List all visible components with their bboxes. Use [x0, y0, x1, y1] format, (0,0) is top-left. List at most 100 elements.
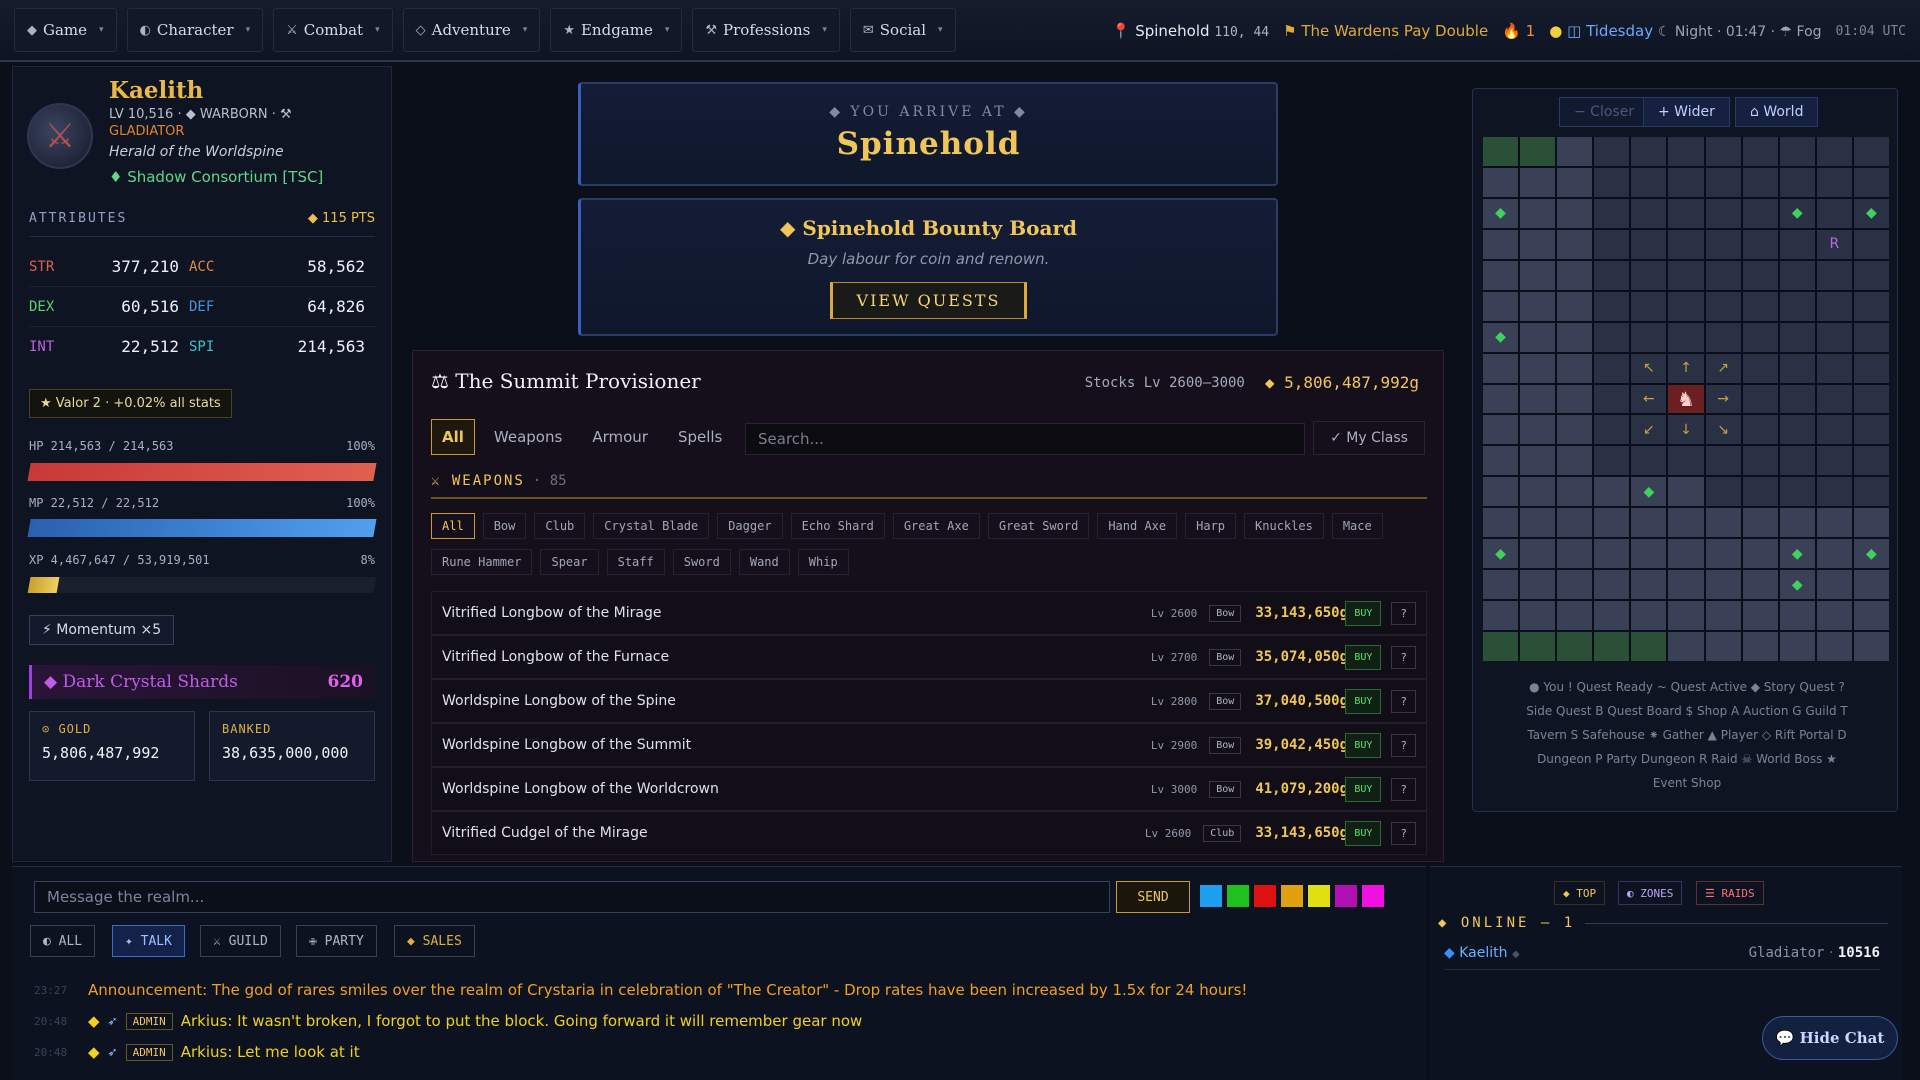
map-tile[interactable]: [1853, 477, 1889, 507]
tab-weapons[interactable]: Weapons: [483, 419, 573, 455]
map-tile[interactable]: [1742, 322, 1778, 352]
map-tile[interactable]: [1742, 570, 1778, 600]
move-arrow-icon[interactable]: ↑: [1668, 353, 1704, 383]
map-tile[interactable]: [1631, 167, 1667, 197]
map-tile[interactable]: [1557, 570, 1593, 600]
map-tile[interactable]: [1520, 229, 1556, 259]
raid-marker[interactable]: R: [1816, 229, 1852, 259]
map-tile[interactable]: [1594, 198, 1630, 228]
story-quest-marker[interactable]: ◆: [1483, 198, 1519, 228]
map-tile[interactable]: [1668, 446, 1704, 476]
map-tile[interactable]: [1483, 415, 1519, 445]
world-map-button[interactable]: ⌂ World: [1735, 97, 1819, 127]
map-tile[interactable]: [1816, 353, 1852, 383]
map-tile[interactable]: [1705, 260, 1741, 290]
map-tile[interactable]: [1594, 508, 1630, 538]
map-tile[interactable]: [1520, 353, 1556, 383]
map-tile[interactable]: [1594, 137, 1630, 166]
dark-crystal-shards[interactable]: ◆ Dark Crystal Shards 620: [29, 665, 375, 699]
chat-tab-talk[interactable]: ✦ TALK: [112, 925, 185, 957]
map-tile[interactable]: [1483, 477, 1519, 507]
map-tile[interactable]: [1557, 353, 1593, 383]
map-tile[interactable]: [1779, 322, 1815, 352]
map-tile[interactable]: [1557, 601, 1593, 631]
map-tile[interactable]: [1705, 198, 1741, 228]
story-quest-marker[interactable]: ◆: [1779, 539, 1815, 569]
map-tile[interactable]: [1779, 353, 1815, 383]
color-swatch[interactable]: [1200, 885, 1222, 907]
map-tile[interactable]: [1816, 508, 1852, 538]
filter-chip[interactable]: Club: [534, 513, 586, 539]
map-tile[interactable]: [1520, 570, 1556, 600]
chat-input[interactable]: Message the realm...: [34, 881, 1110, 913]
map-tile[interactable]: [1520, 477, 1556, 507]
map-tile[interactable]: [1742, 353, 1778, 383]
story-quest-marker[interactable]: ◆: [1483, 539, 1519, 569]
story-quest-marker[interactable]: ◆: [1779, 198, 1815, 228]
momentum-badge[interactable]: ⚡ Momentum ×5: [29, 615, 175, 645]
map-tile[interactable]: [1668, 137, 1704, 166]
map-tile[interactable]: [1668, 167, 1704, 197]
nav-adventure[interactable]: ◇ Adventure ▾: [402, 8, 541, 52]
nav-social[interactable]: ✉ Social ▾: [849, 8, 956, 52]
send-button[interactable]: SEND: [1116, 881, 1190, 913]
map-tile[interactable]: [1742, 415, 1778, 445]
map-tile[interactable]: [1853, 353, 1889, 383]
shop-item-row[interactable]: Vitrified Longbow of the Furnace Lv 2700 B…: [431, 635, 1427, 679]
map-tile[interactable]: [1816, 137, 1852, 166]
map-tile[interactable]: [1705, 601, 1741, 631]
map-tile[interactable]: [1853, 137, 1889, 166]
map-tile[interactable]: [1779, 260, 1815, 290]
map-tile[interactable]: [1557, 291, 1593, 321]
color-swatch[interactable]: [1227, 885, 1249, 907]
map-tile[interactable]: [1631, 229, 1667, 259]
map-tile[interactable]: [1557, 446, 1593, 476]
filter-chip[interactable]: Echo Shard: [790, 513, 885, 539]
buy-button[interactable]: BUY: [1345, 644, 1382, 670]
map-tile[interactable]: [1557, 167, 1593, 197]
map-tile[interactable]: [1483, 508, 1519, 538]
map-tile[interactable]: [1853, 322, 1889, 352]
map-tile[interactable]: [1557, 477, 1593, 507]
tab-spells[interactable]: Spells: [667, 419, 733, 455]
map-tile[interactable]: [1853, 601, 1889, 631]
map-tile[interactable]: [1557, 198, 1593, 228]
map-tile[interactable]: [1520, 198, 1556, 228]
story-quest-marker[interactable]: ◆: [1779, 570, 1815, 600]
info-button[interactable]: ?: [1391, 601, 1416, 625]
map-tile[interactable]: [1779, 508, 1815, 538]
map-tile[interactable]: [1668, 260, 1704, 290]
map-tile[interactable]: [1853, 260, 1889, 290]
filter-chip[interactable]: Bow: [482, 513, 527, 539]
info-button[interactable]: ?: [1391, 733, 1416, 757]
map-tile[interactable]: [1816, 415, 1852, 445]
my-class-toggle[interactable]: ✓ My Class: [1313, 421, 1425, 455]
map-tile[interactable]: [1668, 570, 1704, 600]
map-tile[interactable]: [1594, 384, 1630, 414]
tab-armour[interactable]: Armour: [581, 419, 659, 455]
move-arrow-icon[interactable]: →: [1705, 384, 1741, 414]
map-tile[interactable]: [1557, 384, 1593, 414]
color-swatch[interactable]: [1335, 885, 1357, 907]
map-tile[interactable]: [1557, 322, 1593, 352]
story-quest-marker[interactable]: ◆: [1853, 539, 1889, 569]
map-tile[interactable]: [1483, 137, 1519, 166]
map-tile[interactable]: [1520, 415, 1556, 445]
move-arrow-icon[interactable]: ↙: [1631, 415, 1667, 445]
shop-item-row[interactable]: Vitrified Longbow of the Mirage Lv 2600 Bo…: [431, 591, 1427, 635]
chat-tab-guild[interactable]: ⚔ GUILD: [200, 925, 281, 957]
map-tile[interactable]: [1853, 291, 1889, 321]
map-tile[interactable]: [1594, 322, 1630, 352]
map-tile[interactable]: [1742, 508, 1778, 538]
info-button[interactable]: ?: [1391, 689, 1416, 713]
map-tile[interactable]: [1742, 291, 1778, 321]
buy-button[interactable]: BUY: [1345, 820, 1382, 846]
map-tile[interactable]: [1816, 601, 1852, 631]
map-tile[interactable]: [1779, 601, 1815, 631]
map-tile[interactable]: [1705, 291, 1741, 321]
move-arrow-icon[interactable]: ↖: [1631, 353, 1667, 383]
map-tile[interactable]: [1668, 632, 1704, 661]
map-tile[interactable]: [1483, 260, 1519, 290]
chat-tab-party[interactable]: ✙ PARTY: [296, 925, 377, 957]
map-tile[interactable]: [1853, 446, 1889, 476]
